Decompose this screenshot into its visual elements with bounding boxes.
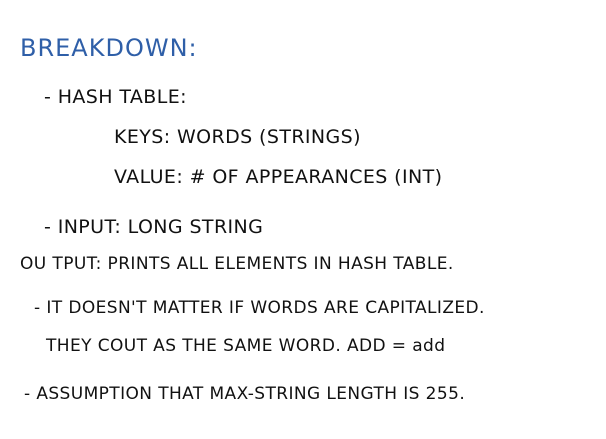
- note-line-assumption: - ASSUMPTION THAT MAX-STRING LENGTH IS 2…: [24, 384, 466, 404]
- note-line-keys: KEYS: WORDS (STRINGS): [114, 126, 361, 148]
- handwritten-notes-page: BREAKDOWN: - HASH TABLE: KEYS: WORDS (ST…: [0, 0, 606, 439]
- note-line-same-word: THEY COUT AS THE SAME WORD. ADD = add: [46, 336, 446, 356]
- note-line-capitalization: - IT DOESN'T MATTER IF WORDS ARE CAPITAL…: [34, 298, 485, 318]
- note-line-output: OU TPUT: PRINTS ALL ELEMENTS IN HASH TAB…: [20, 254, 454, 274]
- note-line-hash-table: - HASH TABLE:: [44, 86, 187, 108]
- note-line-value: VALUE: # OF APPEARANCES (INT): [114, 166, 443, 188]
- notes-title: BREAKDOWN:: [20, 34, 198, 62]
- note-line-input: - INPUT: LONG STRING: [44, 216, 264, 238]
